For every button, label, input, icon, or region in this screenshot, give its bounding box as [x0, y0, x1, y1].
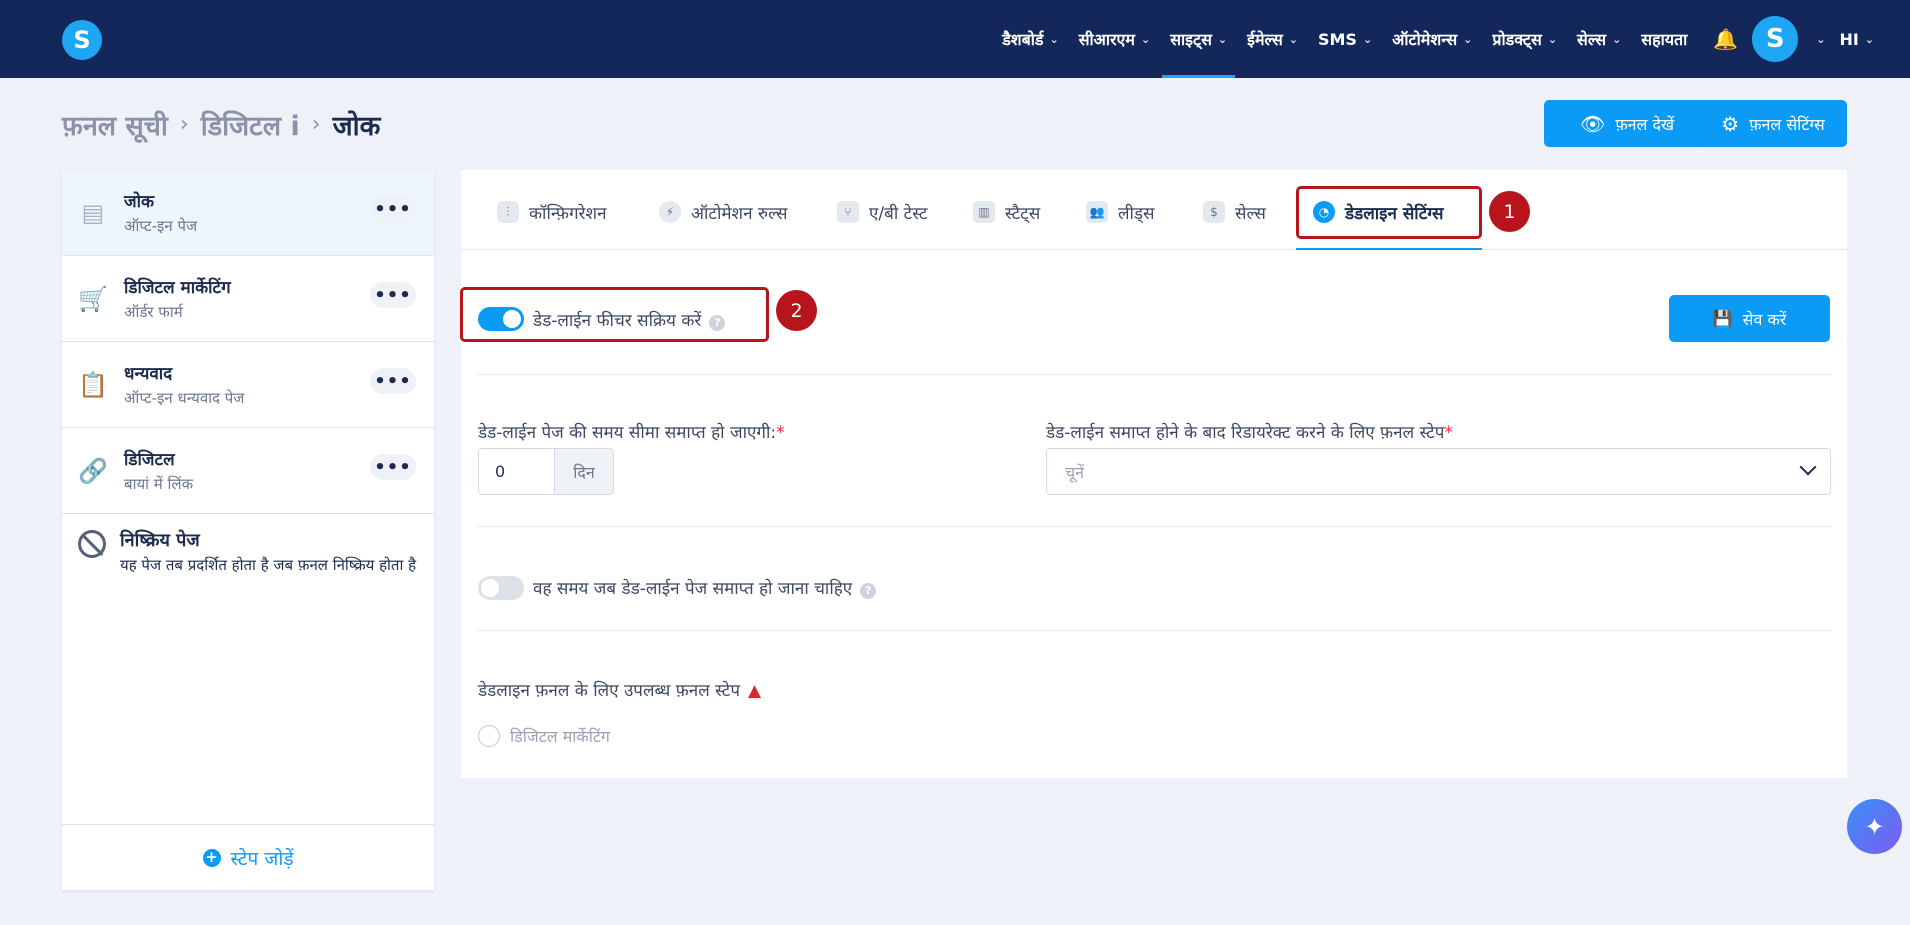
divider: [478, 526, 1831, 527]
save-button[interactable]: 💾 सेव करें: [1669, 295, 1830, 342]
annotation-badge-2: 2: [776, 290, 817, 331]
tab-sales[interactable]: $ सेल्स: [1203, 192, 1266, 232]
nav-item-crm[interactable]: सीआरएम ⌄: [1069, 0, 1161, 78]
chevron-down-icon: ⌄: [1463, 32, 1473, 46]
tab-configuration[interactable]: ⫶ कॉन्फ़िगरेशन: [497, 192, 607, 232]
breadcrumb-funnel-list[interactable]: फ़नल सूची: [62, 106, 168, 143]
cart-icon: 🛒: [78, 285, 108, 313]
days-unit-addon: दिन: [554, 449, 613, 494]
funnel-settings-button[interactable]: ⚙ फ़नल सेटिंग्स: [1699, 100, 1847, 147]
avatar-menu-chevron[interactable]: ⌄: [1806, 0, 1829, 78]
step-menu-button[interactable]: •••: [370, 282, 416, 308]
chevron-down-icon: [1799, 458, 1817, 476]
breadcrumb-current: जोक: [332, 111, 381, 142]
deadline-settings-panel: ⫶ कॉन्फ़िगरेशन ⚡ ऑटोमेशन रुल्स ⑂ ए/बी टेस्ट…: [460, 170, 1847, 778]
nav-item-help[interactable]: सहायता: [1631, 0, 1697, 78]
ban-icon: [78, 530, 106, 558]
sidebar-inactive-page[interactable]: निष्क्रिय पेज यह पेज तब प्रदर्शित होता ह…: [62, 514, 434, 576]
chevron-down-icon: ⌄: [1547, 32, 1558, 46]
funnel-tabs: ⫶ कॉन्फ़िगरेशन ⚡ ऑटोमेशन रुल्स ⑂ ए/बी टेस्ट…: [461, 170, 1847, 250]
tab-leads[interactable]: 👥 लीड्स: [1086, 192, 1155, 232]
bar-chart-icon: ▥: [973, 201, 995, 223]
nav-item-sms[interactable]: SMS ⌄: [1308, 0, 1382, 78]
optin-page-icon: ▤: [81, 199, 105, 227]
step-menu-button[interactable]: •••: [370, 454, 416, 480]
chevron-down-icon: ⌄: [1362, 32, 1373, 46]
tab-automation-rules[interactable]: ⚡ ऑटोमेशन रुल्स: [659, 192, 787, 232]
warning-icon: ▲: [747, 681, 762, 701]
breadcrumb: फ़नल सूची › डिजिटल i › जोक: [62, 106, 380, 143]
split-icon: ⑂: [837, 201, 859, 223]
sidebar-step-thank-you[interactable]: 📋 धन्यवाद ऑप्ट-इन धन्यवाद पेज •••: [62, 342, 434, 428]
nav-item-dashboard[interactable]: डैशबोर्ड ⌄: [992, 0, 1069, 78]
chevron-right-icon: ›: [311, 112, 321, 137]
view-funnel-button[interactable]: 👁 फ़नल देखें: [1544, 100, 1710, 147]
app-logo[interactable]: S: [62, 20, 102, 60]
tab-ab-test[interactable]: ⑂ ए/बी टेस्ट: [837, 192, 927, 232]
clipboard-check-icon: 📋: [78, 371, 108, 399]
redirect-step-label: डेड-लाईन समाप्त होने के बाद रिडायरेक्ट क…: [1046, 423, 1453, 443]
gear-icon: ⚙: [1721, 111, 1740, 136]
enable-deadline-toggle[interactable]: [478, 307, 524, 331]
ai-assistant-button[interactable]: ✦: [1847, 799, 1902, 854]
nav-item-products[interactable]: प्रोडक्ट्स ⌄: [1482, 0, 1567, 78]
deadline-time-toggle[interactable]: [478, 576, 524, 600]
funnel-steps-sidebar: ▤ जोक ऑप्ट-इन पेज ••• 🛒 डिजिटल मार्केटिं…: [62, 170, 434, 890]
annotation-badge-1: 1: [1489, 191, 1530, 232]
expire-days-input[interactable]: [479, 449, 554, 494]
nav-item-sites[interactable]: साइट्स ⌄: [1160, 0, 1237, 78]
eye-icon: 👁: [1579, 111, 1606, 136]
chevron-down-icon: ⌄: [1864, 32, 1874, 46]
step-menu-button[interactable]: •••: [370, 196, 416, 222]
top-navbar: S डैशबोर्ड ⌄ सीआरएम ⌄ साइट्स ⌄ ईमेल्स ⌄ SMS ⌄…: [0, 0, 1910, 78]
bell-icon[interactable]: 🔔: [1697, 27, 1752, 51]
divider: [478, 630, 1831, 631]
help-icon[interactable]: ?: [709, 314, 726, 331]
avatar[interactable]: S: [1752, 16, 1799, 62]
chevron-down-icon: ⌄: [1140, 32, 1151, 46]
divider: [478, 374, 1831, 375]
redirect-step-select[interactable]: चूनें: [1046, 448, 1831, 495]
plus-circle-icon: +: [202, 848, 221, 867]
available-steps-label: डेडलाइन फ़नल के लिए उपलब्ध फ़नल स्टेप ▲: [478, 681, 762, 701]
radio-button[interactable]: [478, 725, 500, 747]
nav-item-emails[interactable]: ईमेल्स ⌄: [1237, 0, 1308, 78]
dollar-icon: $: [1203, 201, 1225, 223]
bolt-icon: ⚡: [659, 201, 681, 223]
sidebar-step-digital[interactable]: 🔗 डिजिटल बायां में लिंक •••: [62, 428, 434, 514]
deadline-time-label: वह समय जब डेड-लाईन पेज समाप्त हो जाना चा…: [533, 576, 877, 599]
highlight-box-1: [1296, 186, 1482, 239]
language-switcher[interactable]: HI ⌄: [1829, 0, 1884, 78]
main-nav: डैशबोर्ड ⌄ सीआरएम ⌄ साइट्स ⌄ ईमेल्स ⌄ SMS ⌄ ऑ…: [992, 0, 1910, 78]
breadcrumb-funnel[interactable]: डिजिटल i: [201, 106, 300, 143]
chevron-down-icon: ⌄: [1288, 32, 1298, 46]
step-menu-button[interactable]: •••: [370, 368, 416, 394]
help-icon[interactable]: ?: [860, 582, 877, 599]
sidebar-step-joke[interactable]: ▤ जोक ऑप्ट-इन पेज •••: [62, 170, 434, 256]
link-icon: 🔗: [78, 457, 108, 485]
users-icon: 👥: [1086, 201, 1108, 223]
expire-days-input-group: दिन: [478, 448, 614, 495]
nav-item-automations[interactable]: ऑटोमेशन्स ⌄: [1382, 0, 1482, 78]
sparkle-icon: ✦: [1864, 812, 1885, 841]
add-step-button[interactable]: + स्टेप जोड़ें: [62, 824, 434, 890]
chevron-down-icon: ⌄: [1612, 32, 1622, 46]
chevron-right-icon: ›: [179, 112, 189, 137]
tab-stats[interactable]: ▥ स्टैट्स: [973, 192, 1040, 232]
enable-deadline-label: डेड-लाईन फीचर सक्रिय करें?: [533, 308, 726, 331]
chevron-down-icon: ⌄: [1217, 32, 1228, 46]
available-step-option[interactable]: डिजिटल मार्केटिंग: [478, 725, 610, 747]
nav-item-sales[interactable]: सेल्स ⌄: [1567, 0, 1631, 78]
expire-days-label: डेड-लाईन पेज की समय सीमा समाप्त हो जाएगी…: [478, 423, 785, 443]
sliders-icon: ⫶: [497, 201, 519, 223]
floppy-icon: 💾: [1712, 309, 1733, 328]
chevron-down-icon: ⌄: [1816, 32, 1826, 46]
sidebar-step-digital-marketing[interactable]: 🛒 डिजिटल मार्केटिंग ऑर्डर फार्म •••: [62, 256, 434, 342]
active-tab-underline: [1296, 248, 1482, 250]
chevron-down-icon: ⌄: [1049, 32, 1059, 46]
